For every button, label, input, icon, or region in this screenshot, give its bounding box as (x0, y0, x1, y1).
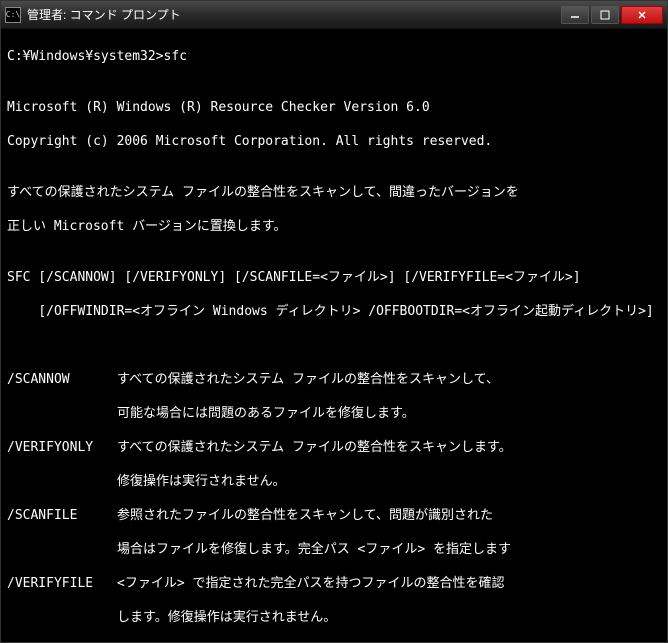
intro-line: 正しい Microsoft バージョンに置換します。 (7, 218, 661, 235)
option-desc-cont: 可能な場合には問題のあるファイルを修復します。 (7, 405, 661, 422)
option-scannow: /SCANNOWすべての保護されたシステム ファイルの整合性をスキャンして、 (7, 371, 661, 388)
option-desc-cont: 場合はファイルを修復します。完全パス <ファイル> を指定します (7, 541, 661, 558)
command-prompt-window: C:\ 管理者: コマンド プロンプト C:¥Windows¥system32>… (0, 0, 668, 643)
option-scanfile: /SCANFILE参照されたファイルの整合性をスキャンして、問題が識別された (7, 507, 661, 524)
terminal-output[interactable]: C:¥Windows¥system32>sfc Microsoft (R) Wi… (1, 29, 667, 642)
close-icon (637, 10, 647, 20)
window-controls (561, 6, 663, 24)
option-name: /VERIFYONLY (7, 439, 117, 456)
option-desc: <ファイル> で指定された完全パスを持つファイルの整合性を確認 (117, 575, 504, 592)
maximize-button[interactable] (591, 6, 619, 24)
option-verifyfile: /VERIFYFILE<ファイル> で指定された完全パスを持つファイルの整合性を… (7, 575, 661, 592)
copyright-line: Copyright (c) 2006 Microsoft Corporation… (7, 133, 661, 150)
minimize-icon (570, 10, 580, 20)
prompt-line: C:¥Windows¥system32>sfc (7, 48, 661, 65)
option-name: /SCANNOW (7, 371, 117, 388)
titlebar[interactable]: C:\ 管理者: コマンド プロンプト (1, 1, 667, 29)
option-desc: 参照されたファイルの整合性をスキャンして、問題が識別された (117, 507, 493, 524)
option-desc: すべての保護されたシステム ファイルの整合性をスキャンして、 (117, 371, 499, 388)
usage-line: SFC [/SCANNOW] [/VERIFYONLY] [/SCANFILE=… (7, 269, 661, 286)
option-name: /SCANFILE (7, 507, 117, 524)
option-verifyonly: /VERIFYONLYすべての保護されたシステム ファイルの整合性をスキャンしま… (7, 439, 661, 456)
option-desc-cont: 修復操作は実行されません。 (7, 473, 661, 490)
close-button[interactable] (621, 6, 663, 24)
command-input: sfc (164, 49, 187, 64)
option-desc-cont: します。修復操作は実行されません。 (7, 609, 661, 626)
intro-line: すべての保護されたシステム ファイルの整合性をスキャンして、間違ったバージョンを (7, 184, 661, 201)
minimize-button[interactable] (561, 6, 589, 24)
option-name: /VERIFYFILE (7, 575, 117, 592)
option-desc: すべての保護されたシステム ファイルの整合性をスキャンします。 (117, 439, 512, 456)
maximize-icon (600, 10, 610, 20)
version-line: Microsoft (R) Windows (R) Resource Check… (7, 99, 661, 116)
app-icon-label: C:\ (6, 10, 20, 19)
window-title: 管理者: コマンド プロンプト (27, 6, 561, 23)
usage-line: [/OFFWINDIR=<オフライン Windows ディレクトリ> /OFFB… (7, 303, 661, 320)
app-icon: C:\ (5, 7, 21, 23)
prompt: C:¥Windows¥system32> (7, 49, 164, 64)
